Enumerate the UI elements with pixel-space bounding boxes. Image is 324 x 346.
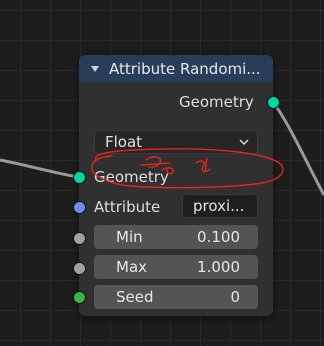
input-max-socket[interactable] xyxy=(73,262,86,275)
max-field[interactable]: Max 1.000 xyxy=(94,255,258,279)
node-title: Attribute Randomi... xyxy=(109,59,261,78)
attribute-randomize-node[interactable]: Attribute Randomi... Geometry Float Geom… xyxy=(79,55,273,316)
seed-label: Seed xyxy=(116,288,154,306)
output-geometry-label: Geometry xyxy=(179,93,254,111)
min-field[interactable]: Min 0.100 xyxy=(94,225,258,249)
attribute-name-field[interactable]: proxi... xyxy=(182,194,258,218)
output-link-geometry[interactable] xyxy=(271,101,324,196)
input-seed-socket[interactable] xyxy=(73,291,86,304)
data-type-dropdown[interactable]: Float xyxy=(94,130,258,154)
seed-field[interactable]: Seed 0 xyxy=(94,285,258,309)
triangle-down-icon[interactable] xyxy=(90,64,100,74)
input-geometry-socket[interactable] xyxy=(73,171,86,184)
input-geometry-label: Geometry xyxy=(94,168,169,186)
chevron-down-icon xyxy=(239,139,249,146)
input-attribute-socket[interactable] xyxy=(73,201,86,214)
min-value: 0.100 xyxy=(197,228,240,246)
seed-value: 0 xyxy=(230,288,240,306)
max-value: 1.000 xyxy=(197,258,240,276)
data-type-value: Float xyxy=(105,133,143,151)
input-link-geometry[interactable] xyxy=(0,158,79,179)
max-label: Max xyxy=(116,258,148,276)
node-header[interactable]: Attribute Randomi... xyxy=(79,55,273,82)
input-attribute-label: Attribute xyxy=(94,198,161,216)
input-min-socket[interactable] xyxy=(73,232,86,245)
min-label: Min xyxy=(116,228,143,246)
output-geometry-socket[interactable] xyxy=(267,96,280,109)
